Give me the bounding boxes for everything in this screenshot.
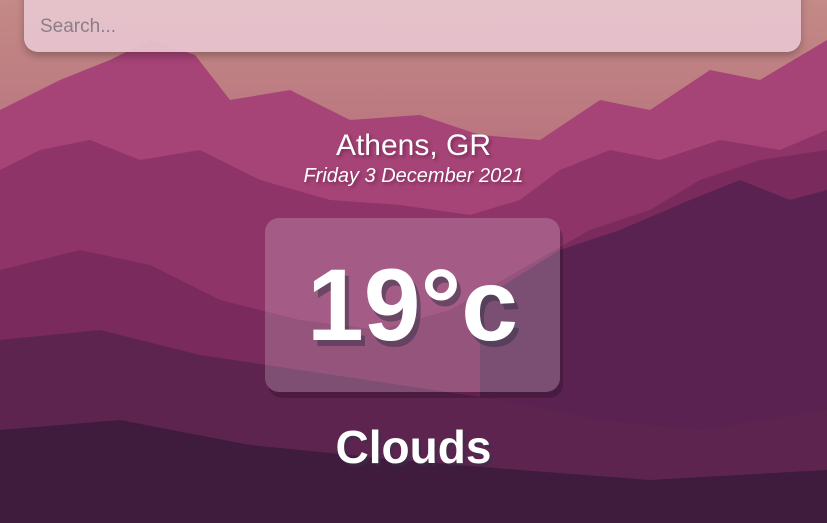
location-box: Athens, GR Friday 3 December 2021 bbox=[0, 128, 827, 188]
search-input[interactable] bbox=[38, 8, 782, 46]
weather-condition: Clouds bbox=[335, 421, 492, 473]
date-label: Friday 3 December 2021 bbox=[303, 165, 524, 187]
location-title: Athens, GR bbox=[335, 129, 492, 162]
temperature-card: 19°c bbox=[265, 218, 560, 392]
search-bar bbox=[24, 0, 801, 52]
temperature-value: 19°c bbox=[307, 248, 518, 362]
